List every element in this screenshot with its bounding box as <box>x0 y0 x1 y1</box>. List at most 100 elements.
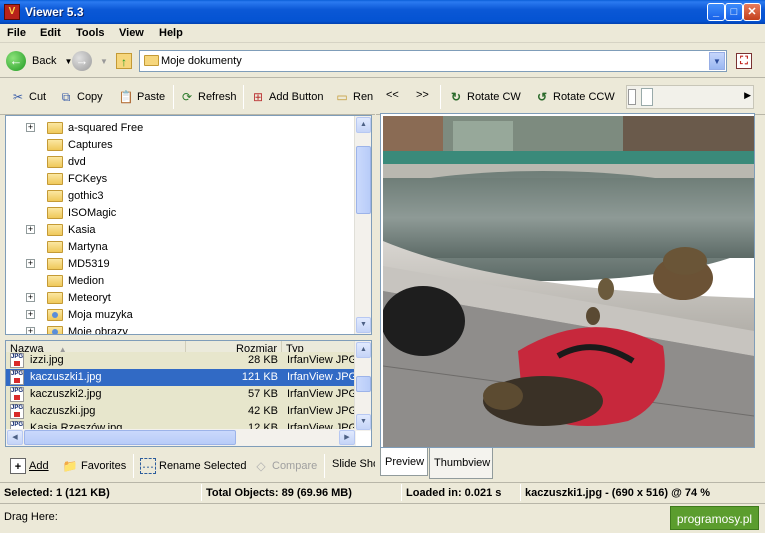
rename-button[interactable]: ▭ Ren <box>334 89 373 105</box>
menu-edit[interactable]: Edit <box>40 27 61 39</box>
status-separator <box>201 484 202 501</box>
folder-icon <box>47 325 63 334</box>
scroll-up-icon[interactable]: ▲ <box>356 342 371 358</box>
up-folder-button[interactable]: ↑ <box>116 53 132 69</box>
address-dropdown-icon[interactable]: ▼ <box>709 52 725 70</box>
add-action-button[interactable]: + Add <box>10 458 49 474</box>
file-row[interactable]: JPG izzi.jpg 28 KB IrfanView JPG <box>6 352 356 369</box>
previous-image-button[interactable]: << <box>386 89 399 101</box>
refresh-icon: ⟳ <box>181 90 193 104</box>
tree-scrollbar[interactable]: ▲ ▼ <box>354 116 371 334</box>
status-separator <box>520 484 521 501</box>
rotate-cw-label: Rotate CW <box>467 91 521 103</box>
tab-thumbview[interactable]: Thumbview <box>429 448 493 479</box>
compare-button[interactable]: ◇ Compare <box>253 458 317 474</box>
scroll-up-icon[interactable]: ▲ <box>356 117 371 133</box>
close-button[interactable]: ✕ <box>743 3 761 21</box>
folder-icon: ▭ <box>336 90 348 104</box>
toolbar-scroller[interactable]: ▶ <box>626 85 754 109</box>
scroll-right-icon[interactable]: ▶ <box>339 430 355 445</box>
folder-icon <box>47 308 63 321</box>
maximize-button[interactable]: □ <box>725 3 743 21</box>
menu-file[interactable]: File <box>7 27 26 39</box>
status-image-info: kaczuszki1.jpg - (690 x 516) @ 74 % <box>525 487 710 499</box>
slideshow-button[interactable]: Slide Sho <box>332 458 375 470</box>
favorites-button[interactable]: 📁 Favorites <box>62 458 127 474</box>
tree-item[interactable]: + Moje obrazy <box>6 323 355 334</box>
fullscreen-icon[interactable]: ⛶ <box>736 53 752 69</box>
status-selected: Selected: 1 (121 KB) <box>4 487 110 499</box>
folder-icon <box>47 240 63 253</box>
tree-item[interactable]: + Kasia <box>6 221 355 238</box>
scroll-right-icon[interactable]: ▶ <box>744 90 751 101</box>
file-list-hscrollbar[interactable]: ◀ ▶ <box>6 429 356 446</box>
menu-tools[interactable]: Tools <box>76 27 105 39</box>
expand-icon[interactable]: + <box>26 259 35 268</box>
folder-icon <box>47 274 63 287</box>
back-arrow-icon: ← <box>6 51 26 71</box>
paste-button[interactable]: 📋 Paste <box>118 89 166 105</box>
folder-icon <box>144 55 159 66</box>
copy-button[interactable]: ⧉ Copy <box>58 89 103 105</box>
tree-item[interactable]: + MD5319 <box>6 255 355 272</box>
title-bar[interactable]: V Viewer 5.3 _ □ ✕ <box>0 0 765 24</box>
refresh-label: Refresh <box>198 91 237 103</box>
expand-icon[interactable]: + <box>26 293 35 302</box>
tree-item[interactable]: FCKeys <box>6 170 355 187</box>
add-button-button[interactable]: ⊞ Add Button <box>250 89 323 105</box>
next-image-button[interactable]: >> <box>416 89 429 101</box>
image-toolbar: << >> ↻ Rotate CW ↺ Rotate CCW ▶ <box>376 79 765 115</box>
copy-icon: ⧉ <box>61 90 71 104</box>
image-preview[interactable] <box>380 113 755 448</box>
refresh-button[interactable]: ⟳ Refresh <box>179 89 237 105</box>
paste-icon: 📋 <box>118 90 134 104</box>
scroll-down-icon[interactable]: ▼ <box>356 414 371 430</box>
tree-item[interactable]: ISOMagic <box>6 204 355 221</box>
tree-item-label: Captures <box>68 138 113 151</box>
tree-item-label: ISOMagic <box>68 206 117 219</box>
rename-selected-button[interactable]: ⋯ Rename Selected <box>140 458 246 474</box>
file-row[interactable]: JPG kaczuszki1.jpg 121 KB IrfanView JPG <box>6 369 356 386</box>
tab-preview[interactable]: Preview <box>380 448 428 476</box>
window-title: Viewer 5.3 <box>25 5 84 19</box>
tree-item-label: Medion <box>68 274 105 287</box>
cut-button[interactable]: ✂ Cut <box>10 89 46 105</box>
expand-icon[interactable]: + <box>26 310 35 319</box>
expand-icon[interactable]: + <box>26 327 35 334</box>
file-list-scrollbar[interactable]: ▲ ▼ <box>354 341 371 431</box>
scroll-left-icon[interactable]: ◀ <box>7 430 23 445</box>
expand-icon[interactable]: + <box>26 123 35 132</box>
scroll-thumb[interactable] <box>24 430 236 445</box>
tree-item[interactable]: dvd <box>6 153 355 170</box>
minimize-button[interactable]: _ <box>707 3 725 21</box>
tree-item[interactable]: + Moja muzyka <box>6 306 355 323</box>
tree-item[interactable]: Medion <box>6 272 355 289</box>
tree-item[interactable]: Captures <box>6 136 355 153</box>
rotate-cw-button[interactable]: ↻ Rotate CW <box>448 89 521 105</box>
app-icon: V <box>4 4 20 20</box>
scroll-thumb[interactable] <box>356 146 371 214</box>
scroll-thumb[interactable] <box>641 88 653 106</box>
expand-icon[interactable]: + <box>26 225 35 234</box>
scroll-left-icon[interactable] <box>628 89 636 105</box>
scroll-thumb[interactable] <box>356 376 371 392</box>
folder-icon <box>47 155 63 168</box>
compare-icon: ◇ <box>256 459 266 473</box>
menu-help[interactable]: Help <box>159 27 183 39</box>
rotate-ccw-button[interactable]: ↺ Rotate CCW <box>534 89 615 105</box>
forward-button[interactable]: → ▼ <box>72 51 108 71</box>
file-row[interactable]: JPG kaczuszki2.jpg 57 KB IrfanView JPG <box>6 386 356 403</box>
menu-view[interactable]: View <box>119 27 144 39</box>
tree-item[interactable]: + a-squared Free <box>6 119 355 136</box>
file-size: 121 KB <box>241 371 278 383</box>
tree-item[interactable]: Martyna <box>6 238 355 255</box>
file-row[interactable]: JPG kaczuszki.jpg 42 KB IrfanView JPG <box>6 403 356 420</box>
scroll-down-icon[interactable]: ▼ <box>356 317 371 333</box>
tree-item[interactable]: gothic3 <box>6 187 355 204</box>
tree-item[interactable]: + Meteoryt <box>6 289 355 306</box>
rename-selected-label: Rename Selected <box>159 460 247 472</box>
back-button[interactable]: ← Back ▼ <box>6 51 72 71</box>
chevron-down-icon[interactable]: ▼ <box>100 57 108 66</box>
address-field[interactable]: Moje dokumenty ▼ <box>139 50 727 72</box>
rotate-cw-icon: ↻ <box>450 90 462 104</box>
